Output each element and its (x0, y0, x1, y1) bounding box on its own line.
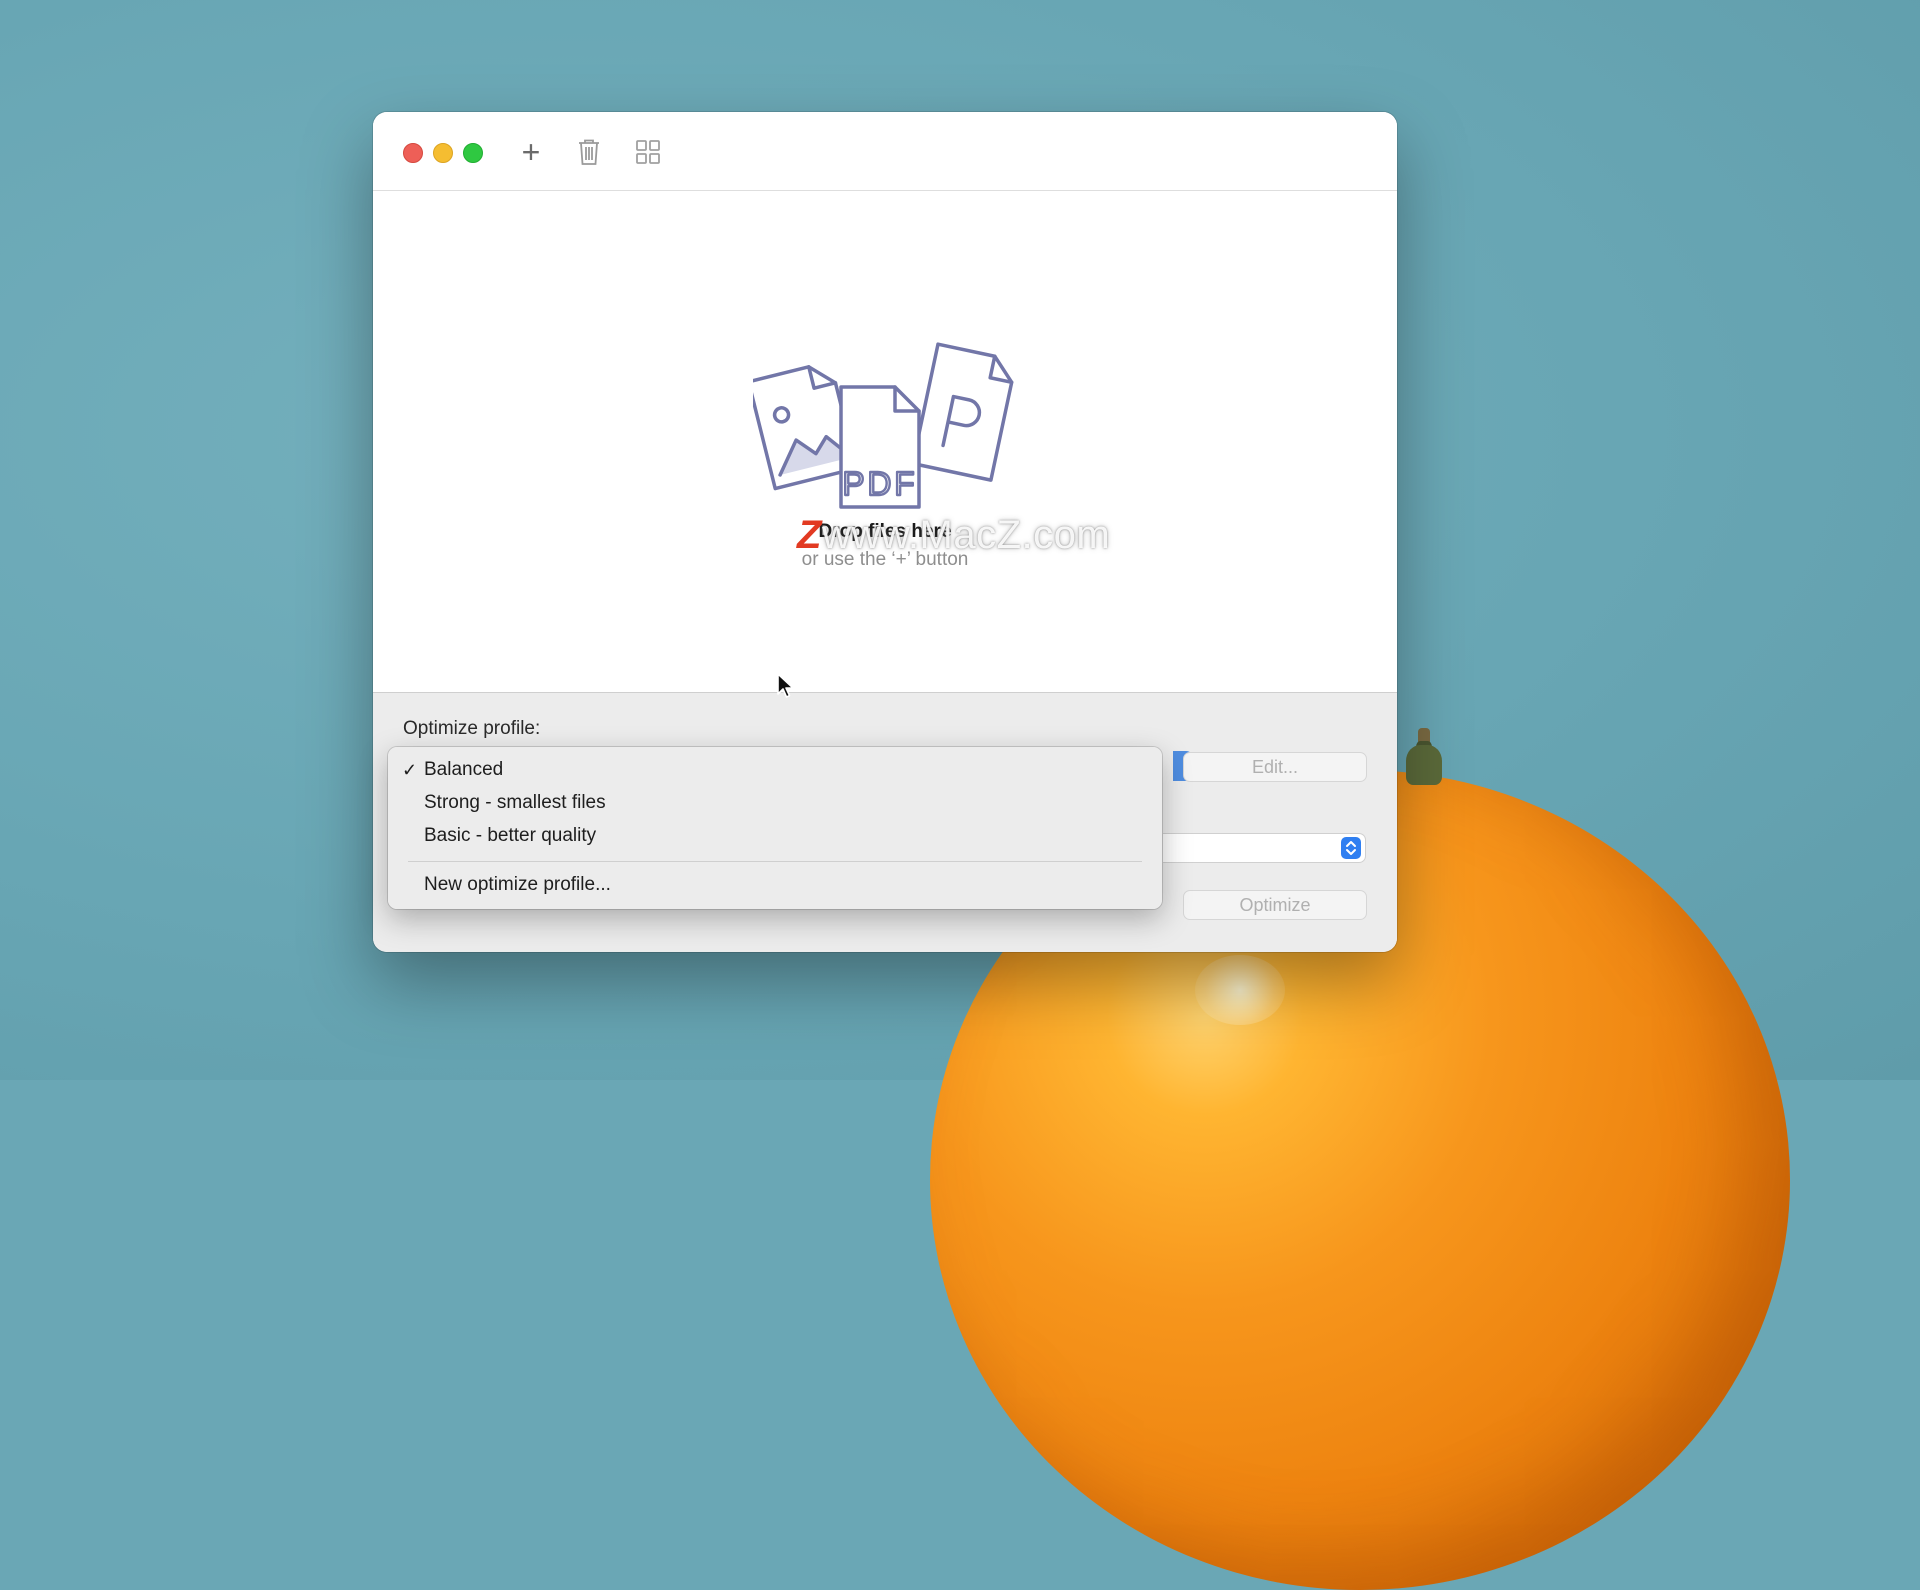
menu-item-label: Basic - better quality (424, 825, 597, 846)
menu-item-balanced[interactable]: ✓ Balanced (402, 756, 504, 784)
drop-zone[interactable]: PDF Drop files here or use the ‘+’ butto… (373, 191, 1397, 693)
menu-item-basic[interactable]: Basic - better quality (424, 822, 596, 850)
title-bar: + (373, 112, 1397, 191)
menu-item-new-profile[interactable]: New optimize profile... (424, 871, 611, 899)
watermark: Zwww.MacZ.com (797, 513, 1110, 558)
orange-stem (1406, 745, 1442, 785)
documents-illustration-icon: PDF (753, 342, 1014, 509)
checkmark-icon: ✓ (402, 760, 418, 780)
plus-icon[interactable]: + (515, 136, 547, 168)
output-select[interactable] (1163, 833, 1366, 863)
watermark-logo: Z (797, 513, 822, 557)
trash-icon[interactable] (573, 136, 605, 168)
minimize-button[interactable] (433, 143, 453, 163)
optimize-button[interactable]: Optimize (1183, 890, 1367, 920)
orange-highlight (1195, 955, 1285, 1025)
watermark-text: www.MacZ.com (821, 513, 1111, 557)
profile-dropdown-menu: ✓ Balanced Strong - smallest files Basic… (388, 747, 1162, 909)
menu-item-label: Strong - smallest files (424, 792, 606, 813)
close-button[interactable] (403, 143, 423, 163)
menu-item-strong[interactable]: Strong - smallest files (424, 789, 606, 817)
zoom-button[interactable] (463, 143, 483, 163)
edit-button[interactable]: Edit... (1183, 752, 1367, 782)
mouse-pointer-icon (777, 673, 794, 698)
menu-separator (408, 861, 1142, 862)
chevron-updown-icon (1341, 837, 1361, 859)
grid-icon[interactable] (632, 136, 664, 168)
profile-label: Optimize profile: (403, 718, 541, 739)
menu-item-label: Balanced (424, 759, 504, 780)
menu-item-label: New optimize profile... (424, 874, 611, 895)
pdf-label: PDF (843, 465, 918, 502)
